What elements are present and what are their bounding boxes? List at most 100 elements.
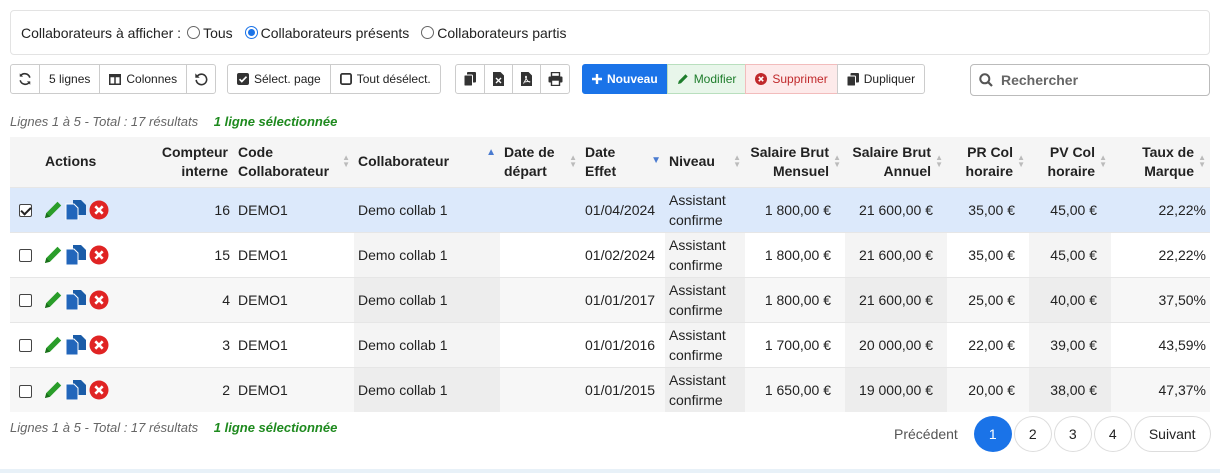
filter-radio-partis[interactable]: Collaborateurs partis: [421, 25, 566, 41]
radio-dot[interactable]: [187, 26, 201, 39]
filter-radio-tous[interactable]: Tous: [187, 25, 233, 41]
cell-niveau: Assistant confirme: [665, 366, 745, 412]
row-select-cell[interactable]: [10, 231, 40, 277]
header-code[interactable]: Code Collaborateur ▲ ▼: [234, 137, 354, 187]
table-row[interactable]: 15 DEMO1 Demo collab 1 01/02/2024 Assistant c…: [10, 231, 1210, 277]
header-collaborateur[interactable]: Collaborateur ▲: [354, 137, 500, 187]
header-date-effet-line2: Effet: [585, 162, 617, 179]
pdf-button[interactable]: [512, 64, 541, 94]
duplicate-icon[interactable]: [65, 334, 87, 355]
header-compteur[interactable]: Compteur interne: [150, 137, 234, 187]
cell-salaire-annuel: 21 600,00 €: [845, 276, 947, 322]
pencil-icon[interactable]: [43, 380, 63, 400]
cell-taux: 22,22%: [1111, 231, 1210, 277]
radio-label: Collaborateurs présents: [260, 24, 410, 41]
cell-pr-col: 22,00 €: [947, 321, 1029, 367]
page-1-button[interactable]: 1: [973, 416, 1012, 452]
delete-circle-icon[interactable]: [89, 200, 109, 220]
table-row[interactable]: 4 DEMO1 Demo collab 1 01/01/2017 Assistant co…: [10, 276, 1210, 322]
row-checkbox[interactable]: [19, 339, 32, 353]
table-row[interactable]: 2 DEMO1 Demo collab 1 01/01/2015 Assistant co…: [10, 366, 1210, 412]
pencil-icon[interactable]: [43, 335, 63, 355]
row-checkbox[interactable]: [19, 294, 32, 308]
page-2-button[interactable]: 2: [1013, 416, 1052, 452]
delete-circle-icon[interactable]: [89, 290, 109, 310]
row-select-cell[interactable]: [10, 321, 40, 367]
row-actions-cell: [40, 231, 150, 277]
page-4-button[interactable]: 4: [1093, 416, 1132, 452]
row-select-cell[interactable]: [10, 276, 40, 322]
pencil-icon[interactable]: [43, 290, 63, 310]
delete-circle-icon[interactable]: [89, 380, 109, 400]
table-row[interactable]: 16 DEMO1 Demo collab 1 01/04/2024 Assistant c…: [10, 186, 1210, 232]
header-pr-col-line1: PR Col: [967, 143, 1013, 160]
radio-dot[interactable]: [421, 26, 435, 39]
cell-salaire-mensuel: 1 700,00 €: [745, 321, 845, 367]
refresh-icon: [19, 72, 31, 86]
edit-button[interactable]: Modifier: [666, 64, 747, 94]
checkbox-empty-icon: [339, 73, 352, 85]
filter-radio-presents[interactable]: Collaborateurs présents: [244, 24, 410, 41]
header-pv-col[interactable]: PV Col horaire ▲ ▼: [1029, 137, 1111, 187]
next-page-button[interactable]: Suivant: [1133, 416, 1211, 452]
duplicate-icon[interactable]: [65, 289, 87, 310]
cell-niveau: Assistant confirme: [665, 276, 745, 322]
previous-page[interactable]: Précédent: [894, 426, 958, 442]
header-salaire-mensuel[interactable]: Salaire Brut Mensuel ▲ ▼: [745, 137, 845, 187]
header-taux[interactable]: Taux de Marque ▲ ▼: [1111, 137, 1210, 187]
duplicate-button[interactable]: Dupliquer: [836, 64, 926, 94]
pencil-icon[interactable]: [43, 200, 63, 220]
header-niveau[interactable]: Niveau ▲ ▼: [665, 137, 745, 187]
refresh-button[interactable]: [10, 64, 40, 94]
row-checkbox[interactable]: [19, 204, 32, 218]
selection-count: 1 ligne sélectionnée: [213, 114, 338, 129]
rows-per-page-button[interactable]: 5 lignes: [39, 64, 101, 94]
header-pr-col[interactable]: PR Col horaire ▲ ▼: [947, 137, 1029, 187]
header-date-effet[interactable]: Date Effet ▼: [581, 137, 665, 187]
duplicate-icon[interactable]: [65, 379, 87, 400]
cell-code: DEMO1: [234, 276, 354, 322]
select-page-label: Sélect. page: [254, 72, 321, 86]
delete-button[interactable]: Supprimer: [745, 64, 838, 94]
results-info-top: Lignes 1 à 5 - Total : 17 résultats 1 li…: [10, 114, 337, 129]
cell-compteur: 4: [150, 276, 234, 322]
row-select-cell[interactable]: [10, 186, 40, 232]
cell-date-effet: 01/04/2024: [581, 186, 665, 232]
cell-salaire-annuel: 21 600,00 €: [845, 231, 947, 277]
niveau-line1: Assistant: [669, 281, 726, 298]
header-taux-line2: Marque: [1144, 162, 1194, 179]
header-salaire-annuel[interactable]: Salaire Brut Annuel ▲ ▼: [845, 137, 947, 187]
deselect-all-button[interactable]: Tout désélect.: [329, 64, 441, 94]
page-3-button[interactable]: 3: [1053, 416, 1092, 452]
radio-label: Collaborateurs partis: [437, 24, 567, 41]
columns-button[interactable]: Colonnes: [99, 64, 188, 94]
select-page-button[interactable]: Sélect. page: [227, 64, 331, 94]
table-row[interactable]: 3 DEMO1 Demo collab 1 01/01/2016 Assistant co…: [10, 321, 1210, 367]
excel-button[interactable]: [484, 64, 513, 94]
new-label: Nouveau: [607, 72, 658, 86]
cell-date-depart: [500, 186, 581, 232]
radio-dot[interactable]: [244, 26, 258, 39]
row-select-cell[interactable]: [10, 366, 40, 412]
row-checkbox[interactable]: [19, 384, 32, 398]
view-group: 5 lignes Colonnes: [10, 64, 217, 94]
duplicate-icon[interactable]: [65, 244, 87, 265]
search-input[interactable]: [999, 71, 1199, 89]
new-button[interactable]: Nouveau: [582, 64, 668, 94]
niveau-line2: confirme: [669, 301, 723, 318]
results-count: Lignes 1 à 5 - Total : 17 résultats: [10, 420, 199, 435]
copy-button[interactable]: [455, 64, 485, 94]
bottom-border: [0, 469, 1220, 473]
header-date-depart[interactable]: Date de départ ▲ ▼: [500, 137, 581, 187]
row-checkbox[interactable]: [19, 249, 32, 263]
cell-pv-col: 45,00 €: [1029, 231, 1111, 277]
pencil-icon[interactable]: [43, 245, 63, 265]
search-box[interactable]: [970, 64, 1210, 96]
reset-button[interactable]: [186, 64, 217, 94]
delete-circle-icon[interactable]: [89, 245, 109, 265]
duplicate-icon[interactable]: [65, 199, 87, 220]
header-pr-col-line2: horaire: [965, 162, 1013, 179]
delete-circle-icon[interactable]: [89, 335, 109, 355]
sort-desc-icon: ▼: [651, 155, 661, 166]
print-button[interactable]: [540, 64, 570, 94]
